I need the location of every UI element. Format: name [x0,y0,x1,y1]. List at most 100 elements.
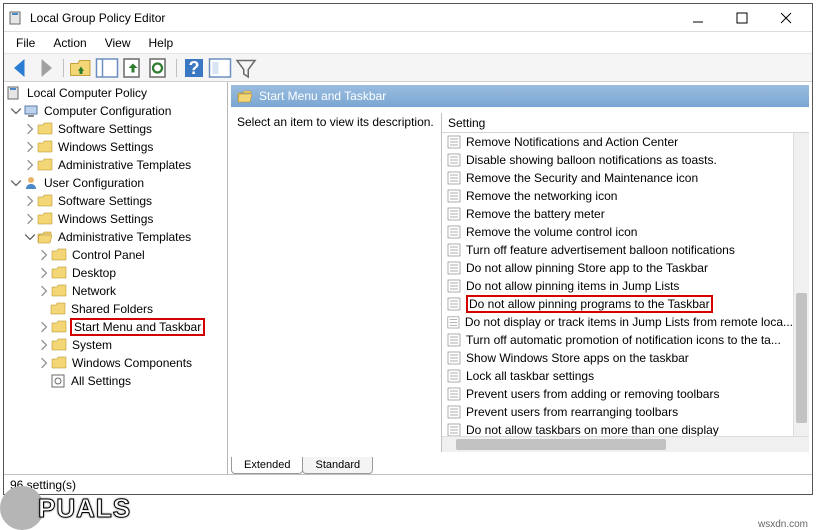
horizontal-scrollbar[interactable] [442,436,809,452]
tree-item[interactable]: Desktop [4,264,227,282]
setting-icon [446,368,462,384]
toolbar-separator [176,59,177,77]
forward-arrow-icon[interactable] [34,57,58,79]
setting-row[interactable]: Remove Notifications and Action Center [442,133,793,151]
tree-start-menu-taskbar[interactable]: Start Menu and Taskbar [4,318,227,336]
expander-closed-icon[interactable] [24,159,36,171]
computer-icon [23,103,39,119]
setting-row[interactable]: Turn off feature advertisement balloon n… [442,241,793,259]
expander-open-icon[interactable] [24,231,36,243]
tree-item[interactable]: Administrative Templates [4,156,227,174]
menu-view[interactable]: View [97,34,139,52]
tree-item[interactable]: System [4,336,227,354]
svg-text:?: ? [189,58,200,78]
menu-help[interactable]: Help [141,34,182,52]
minimize-button[interactable] [676,5,720,31]
expander-closed-icon[interactable] [38,249,50,261]
setting-icon [446,134,462,150]
tree-item[interactable]: Control Panel [4,246,227,264]
tree-user-config[interactable]: User Configuration [4,174,227,192]
folder-icon [37,157,53,173]
maximize-button[interactable] [720,5,764,31]
setting-icon [446,224,462,240]
expander-closed-icon[interactable] [38,267,50,279]
folder-open-icon [37,229,53,245]
tree-pane[interactable]: Local Computer Policy Computer Configura… [4,82,228,474]
scrollbar-thumb[interactable] [796,293,807,423]
tree-item[interactable]: Network [4,282,227,300]
expander-open-icon[interactable] [10,105,22,117]
setting-icon [446,188,462,204]
back-arrow-icon[interactable] [8,57,32,79]
setting-label: Remove the networking icon [466,189,617,203]
scrollbar-thumb[interactable] [456,439,666,450]
tree-root[interactable]: Local Computer Policy [4,84,227,102]
expander-closed-icon[interactable] [24,141,36,153]
up-folder-icon[interactable] [69,57,93,79]
setting-icon [446,332,462,348]
user-icon [23,175,39,191]
tree-item[interactable]: Windows Settings [4,138,227,156]
list-header[interactable]: Setting [442,113,809,133]
setting-label: Do not allow pinning programs to the Tas… [466,295,713,313]
help-icon[interactable]: ? [182,57,206,79]
setting-label: Remove Notifications and Action Center [466,135,678,149]
setting-row[interactable]: Remove the volume control icon [442,223,793,241]
list-body[interactable]: Remove Notifications and Action Center Di… [442,133,809,436]
folder-icon [37,139,53,155]
app-icon [8,10,24,26]
setting-row[interactable]: Show Windows Store apps on the taskbar [442,349,793,367]
folder-icon [51,355,67,371]
folder-icon [51,265,67,281]
tree-computer-config[interactable]: Computer Configuration [4,102,227,120]
properties-icon[interactable] [208,57,232,79]
menu-file[interactable]: File [8,34,43,52]
setting-label: Remove the volume control icon [466,225,637,239]
tree-item[interactable]: Windows Components [4,354,227,372]
content-row: Select an item to view its description. … [231,113,809,452]
setting-row[interactable]: Remove the Security and Maintenance icon [442,169,793,187]
expander-open-icon[interactable] [10,177,22,189]
description-column: Select an item to view its description. [231,113,441,452]
expander-closed-icon[interactable] [24,195,36,207]
expander-closed-icon[interactable] [24,213,36,225]
setting-row[interactable]: Prevent users from rearranging toolbars [442,403,793,421]
setting-icon [446,206,462,222]
setting-row[interactable]: Do not display or track items in Jump Li… [442,313,793,331]
tree-item[interactable]: Shared Folders [4,300,227,318]
expander-closed-icon[interactable] [38,321,50,333]
folder-icon [51,283,67,299]
tab-standard[interactable]: Standard [302,457,373,474]
setting-row[interactable]: Remove the battery meter [442,205,793,223]
setting-icon [446,314,461,330]
setting-row[interactable]: Lock all taskbar settings [442,367,793,385]
refresh-icon[interactable] [147,57,171,79]
expander-closed-icon[interactable] [24,123,36,135]
tree-all-settings[interactable]: All Settings [4,372,227,390]
setting-row[interactable]: Do not allow pinning programs to the Tas… [442,295,793,313]
expander-closed-icon[interactable] [38,285,50,297]
setting-row[interactable]: Turn off automatic promotion of notifica… [442,331,793,349]
setting-row[interactable]: Do not allow pinning Store app to the Ta… [442,259,793,277]
vertical-scrollbar[interactable] [793,133,809,436]
tree-item[interactable]: Software Settings [4,120,227,138]
setting-row[interactable]: Disable showing balloon notifications as… [442,151,793,169]
tree-admin-templates[interactable]: Administrative Templates [4,228,227,246]
tab-extended[interactable]: Extended [231,457,303,474]
setting-row[interactable]: Do not allow pinning items in Jump Lists [442,277,793,295]
setting-label: Disable showing balloon notifications as… [466,153,717,167]
export-list-icon[interactable] [121,57,145,79]
show-tree-icon[interactable] [95,57,119,79]
tree-item[interactable]: Windows Settings [4,210,227,228]
menu-action[interactable]: Action [45,34,94,52]
folder-icon [37,211,53,227]
setting-row[interactable]: Prevent users from adding or removing to… [442,385,793,403]
close-button[interactable] [764,5,808,31]
setting-row[interactable]: Do not allow taskbars on more than one d… [442,421,793,436]
expander-closed-icon[interactable] [38,339,50,351]
tree-item[interactable]: Software Settings [4,192,227,210]
expander-closed-icon[interactable] [38,357,50,369]
setting-row[interactable]: Remove the networking icon [442,187,793,205]
filter-icon[interactable] [234,57,258,79]
setting-label: Lock all taskbar settings [466,369,594,383]
